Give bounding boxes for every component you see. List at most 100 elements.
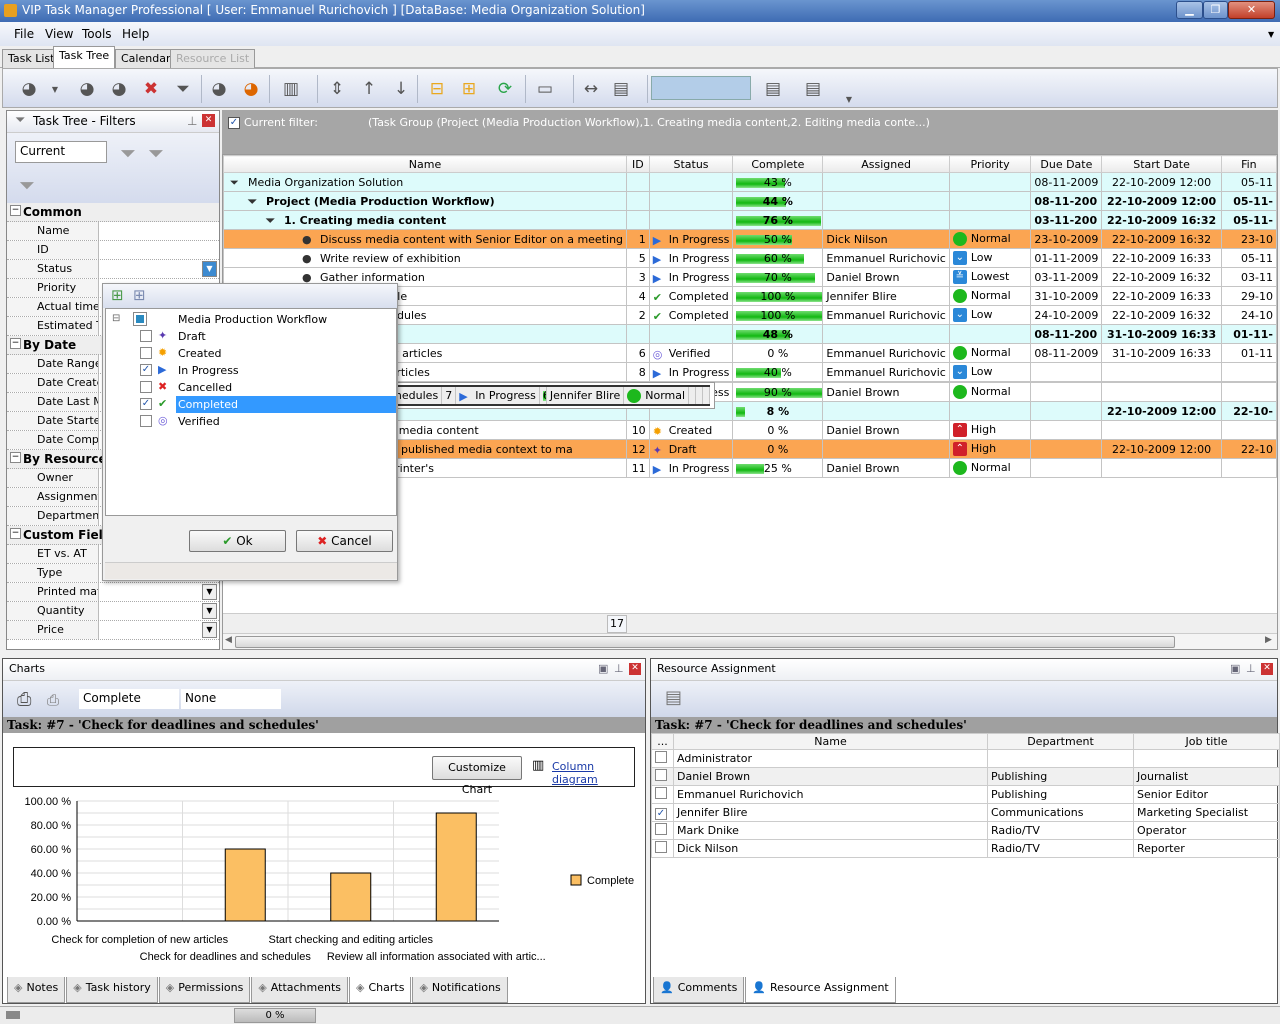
new-task-icon[interactable]: ◕ (17, 77, 41, 101)
tab-calendar[interactable]: Calendar (115, 49, 177, 68)
check-all-icon[interactable]: ⊞ (111, 286, 124, 304)
column-header[interactable]: Complete (732, 155, 824, 173)
status-option[interactable]: ✓ ✔ Completed (106, 396, 396, 413)
root-checkbox[interactable] (133, 312, 147, 326)
close-button[interactable]: ✕ (1228, 1, 1275, 19)
float-icon[interactable]: ▣ (598, 662, 608, 675)
cancel-button[interactable]: ✖ Cancel (296, 530, 393, 552)
column-diagram-link[interactable]: Column diagram (552, 760, 634, 786)
resource-row[interactable]: Daniel Brown Publishing Journalist (651, 767, 1280, 786)
move-up-level-icon[interactable]: ◕ (239, 77, 263, 101)
minimize-button[interactable]: ▁ (1176, 1, 1203, 19)
resource-row[interactable]: Mark Dnike Radio/TV Operator (651, 821, 1280, 840)
status-option[interactable]: ✦ Draft (106, 328, 396, 345)
tab-resource-assignment[interactable]: 👤 Resource Assignment (745, 977, 896, 1003)
assign-checkbox[interactable] (655, 751, 667, 763)
table-row[interactable]: ⏷ Project (Media Production Workflow) 44 %… (223, 191, 1277, 211)
status-option[interactable]: ✖ Cancelled (106, 379, 396, 396)
resource-row[interactable]: ✓ Jennifer Blire Communications Marketing S… (651, 803, 1280, 822)
fit-width-icon[interactable]: ↔ (579, 77, 603, 101)
move-down-level-icon[interactable]: ◕ (207, 77, 231, 101)
dropdown-icon[interactable]: ▼ (202, 603, 217, 619)
pin-icon[interactable]: ⊥ (187, 114, 197, 128)
tab-task-list[interactable]: Task List (2, 49, 61, 68)
filter-section[interactable]: Common (7, 203, 219, 222)
tab-permissions[interactable]: ◈ Permissions (158, 977, 251, 1003)
current-filter-checkbox[interactable]: ✓ (228, 117, 240, 129)
refresh-icon[interactable]: ⟳ (493, 77, 517, 101)
filter-row-value[interactable] (99, 222, 219, 240)
move-up-icon[interactable]: ↑ (357, 77, 381, 101)
column-header[interactable]: ... (651, 733, 674, 750)
assign-checkbox[interactable] (655, 823, 667, 835)
filter-row-value[interactable]: ▼ (99, 583, 219, 601)
apply-filter-icon[interactable]: ⏷ (120, 141, 136, 165)
filter-preset-select[interactable]: Current (15, 141, 107, 163)
expand-vertical-icon[interactable]: ⇕ (325, 77, 349, 101)
filter-row-value[interactable]: ▼ (99, 621, 219, 639)
status-checkbox[interactable] (140, 347, 152, 359)
assign-checkbox[interactable] (655, 787, 667, 799)
toolbar-overflow-icon[interactable]: ▼ (837, 87, 861, 111)
view-select[interactable] (651, 76, 751, 100)
tree-root[interactable]: ⊟ Media Production Workflow (106, 311, 396, 328)
tab-task-history[interactable]: ◈ Task history (66, 977, 158, 1003)
new-subtask-icon[interactable]: ◕ (75, 77, 99, 101)
scrollbar-thumb[interactable] (235, 636, 1175, 648)
report-icon[interactable]: ▤ (665, 687, 682, 708)
status-checkbox[interactable] (140, 381, 152, 393)
chart-group-select[interactable]: None (181, 689, 281, 709)
tab-notes[interactable]: ◈ Notes (7, 977, 66, 1003)
close-panel-icon[interactable]: ✕ (202, 114, 215, 127)
column-header[interactable]: Start Date (1101, 155, 1222, 173)
column-header[interactable]: Due Date (1030, 155, 1103, 173)
delete-view-icon[interactable]: ▤ (801, 77, 825, 101)
horizontal-scrollbar[interactable]: ◀ ▶ (223, 633, 1277, 649)
move-down-icon[interactable]: ↓ (389, 77, 413, 101)
expand-all-icon[interactable]: ⊞ (457, 77, 481, 101)
column-header[interactable]: ID (626, 155, 650, 173)
column-header[interactable]: Name (673, 733, 988, 750)
filter-task-icon[interactable]: ⏷ (171, 77, 195, 101)
table-row[interactable]: ● Write review of exhibition 5 ▶ In Progress… (223, 248, 1277, 268)
resource-row[interactable]: Dick Nilson Radio/TV Reporter (651, 839, 1280, 858)
report-icon[interactable]: ▤ (609, 77, 633, 101)
column-header[interactable]: Name (223, 155, 628, 173)
filter-row[interactable]: Status ▼ (7, 260, 219, 279)
filter-row[interactable]: Quantity ▼ (7, 602, 219, 621)
edit-task-icon[interactable]: ◕ (107, 77, 131, 101)
pin-icon[interactable]: ⊥ (614, 662, 624, 675)
close-panel-icon[interactable]: ✕ (1261, 663, 1273, 675)
menu-file[interactable]: File (14, 27, 34, 41)
resource-row[interactable]: Administrator (651, 749, 1280, 768)
table-row[interactable]: ⏷ Media Organization Solution 43 % 08-11-20… (223, 172, 1277, 192)
assign-checkbox[interactable] (655, 769, 667, 781)
dropdown-icon[interactable]: ▼ (202, 622, 217, 638)
filter-row-value[interactable]: ▼ (99, 602, 219, 620)
columns-icon[interactable]: ▥ (279, 77, 303, 101)
filter-row-value[interactable] (99, 241, 219, 259)
table-row[interactable]: ● Discuss media content with Senior Edito… (223, 229, 1277, 249)
column-header[interactable]: Priority (948, 155, 1032, 173)
new-task-dropdown-icon[interactable]: ▼ (43, 77, 67, 101)
print-preview-icon[interactable]: ⎙ (47, 691, 59, 709)
customize-chart-button[interactable]: Customize Chart (432, 756, 522, 796)
status-checkbox[interactable] (140, 330, 152, 342)
tab-charts[interactable]: ◈ Charts (349, 977, 412, 1003)
resource-row[interactable]: Emmanuel Rurichovich Publishing Senior Edi… (651, 785, 1280, 804)
tab-task-tree[interactable]: Task Tree (53, 46, 116, 69)
tab-notifications[interactable]: ◈ Notifications (412, 977, 508, 1003)
save-view-icon[interactable]: ▤ (761, 77, 785, 101)
print-icon[interactable]: ⎙ (17, 689, 31, 710)
column-header[interactable]: Fin (1220, 155, 1277, 173)
status-option[interactable]: ✹ Created (106, 345, 396, 362)
menu-overflow-icon[interactable]: ▼ (1268, 30, 1274, 39)
dropdown-icon[interactable]: ▼ (202, 584, 217, 600)
chart-field-select[interactable]: Complete (79, 689, 179, 709)
menu-help[interactable]: Help (122, 27, 149, 41)
clear-filter-icon[interactable]: ⏷ (19, 173, 35, 197)
ok-button[interactable]: ✔ Ok (189, 530, 286, 552)
filter-row[interactable]: Name (7, 222, 219, 241)
filter-row[interactable]: Price ▼ (7, 621, 219, 640)
restore-button[interactable]: ❐ (1203, 1, 1228, 19)
